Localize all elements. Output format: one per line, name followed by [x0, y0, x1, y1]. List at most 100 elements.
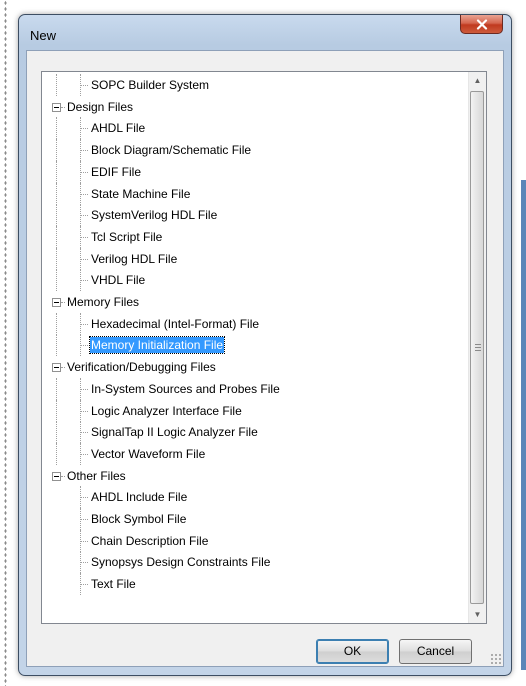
dialog-title: New	[30, 28, 57, 43]
tree-connector	[80, 497, 88, 499]
tree-connector	[56, 442, 57, 465]
tree-connector	[56, 421, 57, 444]
resize-grip-icon[interactable]	[490, 653, 502, 665]
tree-file-item[interactable]: Block Diagram/Schematic File	[42, 139, 469, 162]
tree-connector	[80, 258, 88, 260]
tree-file-item[interactable]: SignalTap II Logic Analyzer File	[42, 421, 469, 444]
tree-file-item[interactable]: VHDL File	[42, 269, 469, 292]
tree-connector	[80, 225, 81, 248]
tree-item-label: Hexadecimal (Intel-Format) File	[91, 316, 260, 331]
arrow-down-icon: ▼	[473, 610, 482, 619]
tree-connector	[56, 399, 57, 422]
tree-file-item[interactable]: Block Symbol File	[42, 508, 469, 530]
tree-connector	[80, 540, 88, 542]
scroll-thumb[interactable]	[470, 91, 484, 604]
tree-item-label: SystemVerilog HDL File	[91, 208, 218, 223]
tree-connector	[56, 182, 57, 205]
tree-file-item[interactable]: In-System Sources and Probes File	[42, 377, 469, 400]
tree-connector	[80, 204, 81, 227]
tree-connector	[56, 247, 57, 270]
tree-file-item[interactable]: State Machine File	[42, 182, 469, 205]
tree-connector	[61, 367, 65, 369]
tree-connector	[80, 236, 88, 238]
tree-file-item[interactable]: AHDL File	[42, 117, 469, 140]
tree-connector	[80, 345, 88, 347]
tree-file-item[interactable]: Chain Description File	[42, 529, 469, 552]
tree-connector	[56, 225, 57, 248]
tree-connector	[80, 334, 81, 357]
arrow-up-icon: ▲	[473, 76, 482, 85]
tree-connector	[80, 399, 81, 422]
grip-icon	[475, 343, 481, 345]
tree-connector	[80, 421, 81, 444]
cancel-button[interactable]: Cancel	[399, 639, 472, 664]
tree-connector	[80, 388, 88, 390]
tree-item-label: In-System Sources and Probes File	[91, 381, 280, 396]
tree-file-item[interactable]: Tcl Script File	[42, 225, 469, 248]
tree-connector	[80, 160, 81, 183]
tree-connector	[80, 182, 81, 205]
tree-connector	[80, 519, 88, 520]
close-button[interactable]	[460, 15, 503, 34]
tree-connector	[56, 377, 57, 400]
tree-item-label: SOPC Builder System	[91, 78, 210, 92]
tree-connector	[80, 323, 88, 325]
tree-connector	[61, 475, 65, 477]
tree-item-label: SignalTap II Logic Analyzer File	[91, 425, 258, 440]
tree-group-item[interactable]: Other Files	[42, 465, 469, 487]
scroll-up-button[interactable]: ▲	[469, 72, 486, 89]
tree-file-item[interactable]: AHDL Include File	[42, 486, 469, 509]
tree-connector	[80, 85, 88, 86]
vertical-scrollbar[interactable]: ▲ ▼	[468, 72, 486, 623]
tree-group-item[interactable]: Memory Files	[42, 291, 469, 313]
tree-item-label: Synopsys Design Constraints File	[91, 555, 271, 570]
tree-connector	[80, 453, 88, 455]
collapse-minus-icon[interactable]	[52, 471, 61, 481]
tree-item-label: Vector Waveform File	[91, 446, 206, 461]
tree-item-label: Memory Files	[67, 295, 140, 309]
tree-file-item[interactable]: Vector Waveform File	[42, 442, 469, 465]
tree-file-item[interactable]: Verilog HDL File	[42, 247, 469, 270]
tree-connector	[56, 139, 57, 162]
desktop-dotted-edge	[4, 0, 7, 686]
background-window-edge	[521, 180, 526, 670]
tree-item-label: Chain Description File	[91, 533, 209, 548]
tree-file-item[interactable]: SystemVerilog HDL File	[42, 204, 469, 227]
tree-connector	[56, 160, 57, 183]
tree-connector	[80, 508, 81, 530]
tree-item-label: Tcl Script File	[91, 229, 163, 244]
tree-connector	[80, 312, 81, 335]
tree-group-item[interactable]: Verification/Debugging Files	[42, 356, 469, 378]
tree-file-item[interactable]: Text File	[42, 573, 469, 596]
tree-item-label: Memory Initialization File	[88, 336, 226, 355]
collapse-minus-icon[interactable]	[52, 102, 61, 112]
tree-file-item[interactable]: Synopsys Design Constraints File	[42, 551, 469, 574]
tree-content: SOPC Builder System Design Files AHDL File…	[42, 72, 469, 623]
tree-item-label: Block Symbol File	[91, 512, 187, 526]
collapse-minus-icon[interactable]	[52, 298, 61, 307]
scroll-down-button[interactable]: ▼	[469, 606, 486, 623]
tree-file-item[interactable]: EDIF File	[42, 160, 469, 183]
tree-item-label: Design Files	[67, 99, 134, 114]
tree-item-label: VHDL File	[91, 273, 146, 288]
file-type-tree[interactable]: SOPC Builder System Design Files AHDL File…	[41, 71, 487, 624]
tree-file-item[interactable]: SOPC Builder System	[42, 74, 469, 96]
tree-connector	[80, 215, 88, 217]
tree-file-item[interactable]: Logic Analyzer Interface File	[42, 399, 469, 422]
tree-item-label: EDIF File	[91, 164, 142, 179]
ok-button[interactable]: OK	[316, 639, 389, 664]
tree-connector	[80, 442, 81, 465]
tree-connector	[80, 247, 81, 270]
tree-connector	[80, 377, 81, 400]
tree-connector	[56, 269, 57, 292]
tree-connector	[80, 573, 81, 596]
collapse-minus-icon[interactable]	[52, 363, 61, 373]
tree-file-item[interactable]: Hexadecimal (Intel-Format) File	[42, 312, 469, 335]
tree-item-label: Logic Analyzer Interface File	[91, 403, 242, 418]
tree-group-item[interactable]: Design Files	[42, 96, 469, 118]
tree-file-item[interactable]: Memory Initialization File	[42, 334, 469, 357]
tree-connector	[56, 204, 57, 227]
tree-connector	[56, 74, 57, 96]
tree-connector	[80, 410, 88, 412]
tree-connector	[80, 193, 88, 195]
